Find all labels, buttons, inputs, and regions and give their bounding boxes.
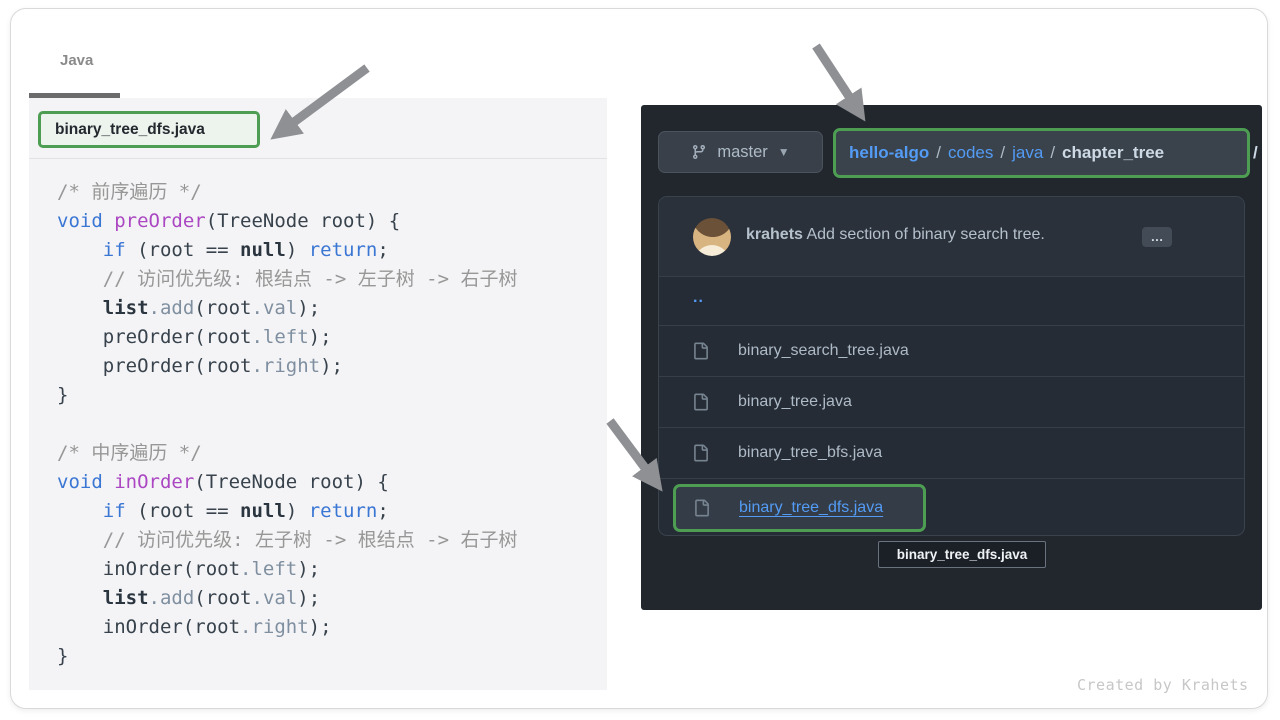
code-line: inOrder(root.left); (57, 555, 517, 584)
code-line: void preOrder(TreeNode root) { (57, 207, 517, 236)
github-panel: master ▼ hello-algo/codes/java/chapter_t… (641, 105, 1262, 610)
breadcrumb-segment-codes[interactable]: codes (948, 143, 993, 162)
file-icon (692, 394, 709, 411)
file-table: krahets Add section of binary search tre… (658, 196, 1245, 536)
code-block: /* 前序遍历 */void preOrder(TreeNode root) {… (57, 178, 517, 671)
code-line: list.add(root.val); (57, 584, 517, 613)
code-line: /* 前序遍历 */ (57, 178, 517, 207)
code-line (57, 410, 517, 439)
code-line: inOrder(root.right); (57, 613, 517, 642)
code-line: // 访问优先级: 根结点 -> 左子树 -> 右子树 (57, 265, 517, 294)
breadcrumb-trailing-separator: / (1253, 143, 1258, 163)
breadcrumb-segment-chapter_tree: chapter_tree (1062, 143, 1164, 162)
tooltip: binary_tree_dfs.java (878, 541, 1046, 568)
figure-stage: Java binary_tree_dfs.java /* 前序遍历 */void… (0, 0, 1280, 720)
code-panel: binary_tree_dfs.java /* 前序遍历 */void preO… (29, 98, 607, 690)
code-line: /* 中序遍历 */ (57, 439, 517, 468)
credit-text: Created by Krahets (1077, 676, 1249, 694)
breadcrumb-segment-hello-algo[interactable]: hello-algo (849, 143, 929, 162)
file-name-link[interactable]: binary_search_tree.java (738, 342, 909, 360)
parent-directory-link[interactable]: .. (693, 289, 704, 307)
file-row[interactable]: binary_tree_bfs.java (659, 427, 1244, 478)
breadcrumb-separator: / (1043, 143, 1062, 162)
avatar[interactable] (693, 218, 731, 256)
code-line: if (root == null) return; (57, 497, 517, 526)
breadcrumb: hello-algo/codes/java/chapter_tree (849, 143, 1164, 163)
commit-text: krahets Add section of binary search tre… (746, 226, 1045, 244)
code-line: // 访问优先级: 左子树 -> 根结点 -> 右子树 (57, 526, 517, 555)
breadcrumb-separator: / (929, 143, 948, 162)
file-row[interactable]: binary_search_tree.java (659, 325, 1244, 376)
file-row[interactable]: binary_tree_dfs.java (659, 478, 1244, 537)
commit-ellipsis-button[interactable]: … (1142, 227, 1172, 247)
code-line: } (57, 642, 517, 671)
divider (29, 158, 607, 159)
file-name-link[interactable]: binary_tree.java (738, 393, 852, 411)
file-name-link[interactable]: binary_tree_dfs.java (739, 499, 883, 517)
branch-name: master (717, 143, 767, 162)
code-line: preOrder(root.left); (57, 323, 517, 352)
commit-message-link[interactable]: Add section of binary search tree. (806, 226, 1044, 243)
code-line: } (57, 381, 517, 410)
git-branch-icon (691, 144, 707, 160)
branch-selector-button[interactable]: master ▼ (658, 131, 823, 173)
breadcrumb-segment-java[interactable]: java (1012, 143, 1043, 162)
file-name-link[interactable]: binary_tree_bfs.java (738, 444, 882, 462)
code-filename: binary_tree_dfs.java (55, 121, 205, 139)
file-row[interactable]: .. (659, 277, 1244, 325)
file-highlight-box: binary_tree_dfs.java (673, 484, 926, 532)
code-line: list.add(root.val); (57, 294, 517, 323)
filename-highlight-box: binary_tree_dfs.java (38, 111, 260, 148)
code-line: void inOrder(TreeNode root) { (57, 468, 517, 497)
breadcrumb-highlight-box: hello-algo/codes/java/chapter_tree (833, 128, 1250, 178)
breadcrumb-separator: / (993, 143, 1012, 162)
commit-author-link[interactable]: krahets (746, 226, 803, 243)
code-line: preOrder(root.right); (57, 352, 517, 381)
file-icon (693, 500, 710, 517)
file-row[interactable]: binary_tree.java (659, 376, 1244, 427)
code-line: if (root == null) return; (57, 236, 517, 265)
chevron-down-icon: ▼ (778, 145, 790, 159)
commit-row: krahets Add section of binary search tre… (659, 197, 1244, 277)
tab-java[interactable]: Java (60, 52, 93, 69)
file-icon (692, 445, 709, 462)
file-icon (692, 343, 709, 360)
